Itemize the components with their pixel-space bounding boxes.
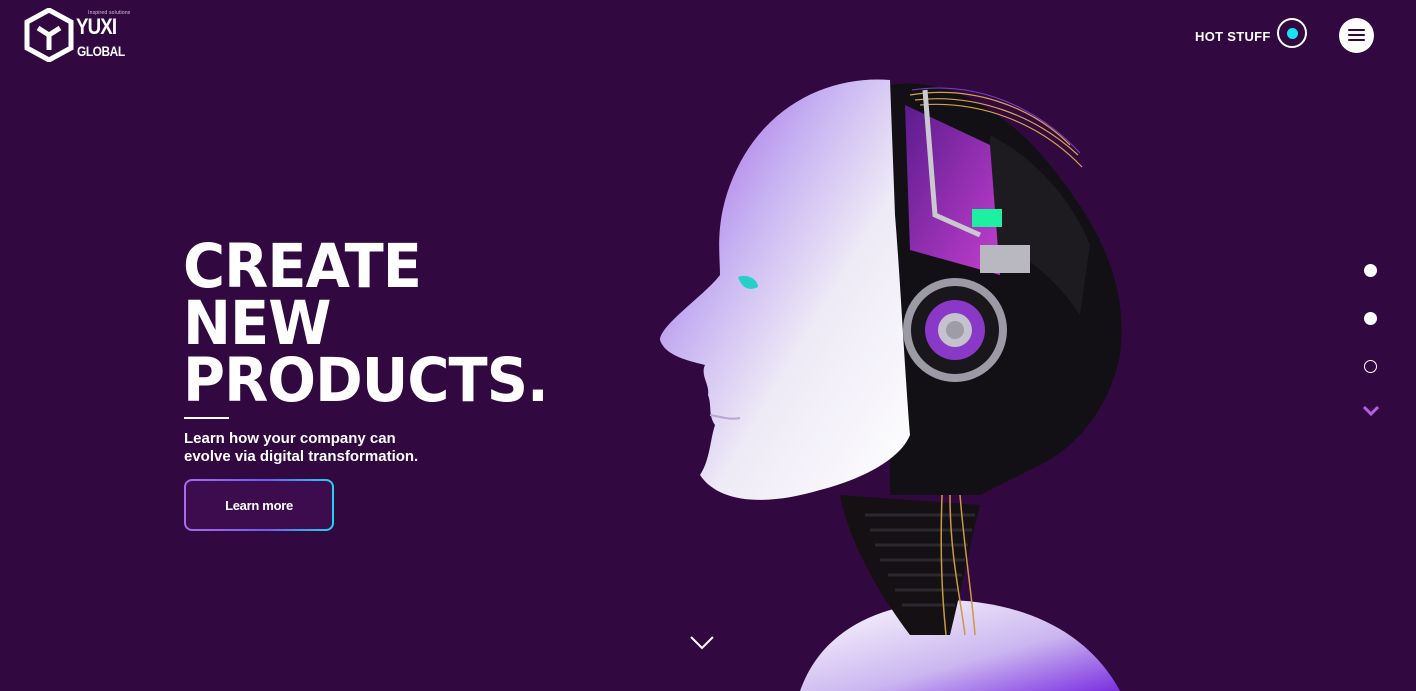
learn-more-label: Learn more: [186, 481, 332, 529]
menu-button[interactable]: [1339, 18, 1374, 53]
hamburger-icon: [1348, 29, 1365, 31]
section-dot-3[interactable]: [1364, 360, 1377, 373]
record-icon: [1277, 18, 1307, 48]
hero-subtext: Learn how your company can evolve via di…: [184, 430, 419, 465]
hot-stuff-label: HOT STUFF: [1195, 28, 1271, 44]
logo-word-global: GLOBAL: [77, 43, 125, 59]
section-dot-1[interactable]: [1364, 264, 1377, 277]
hot-stuff-link[interactable]: HOT STUFF: [1195, 18, 1307, 48]
headline-divider: [184, 417, 229, 419]
headline-line: PRODUCTS.: [183, 345, 549, 416]
section-dot-2[interactable]: [1364, 312, 1377, 325]
learn-more-button[interactable]: Learn more: [184, 479, 334, 531]
logo-word-yuxi: YUXI: [76, 14, 117, 39]
logo-cube-icon: [24, 8, 74, 62]
logo[interactable]: Inspired solutions YUXI GLOBAL: [24, 8, 130, 62]
hero-headline: CREATE NEW PRODUCTS.: [183, 236, 549, 411]
robot-head-illustration: [660, 79, 1122, 691]
scroll-down-icon[interactable]: [689, 634, 715, 652]
chevron-down-icon[interactable]: [1362, 405, 1380, 417]
